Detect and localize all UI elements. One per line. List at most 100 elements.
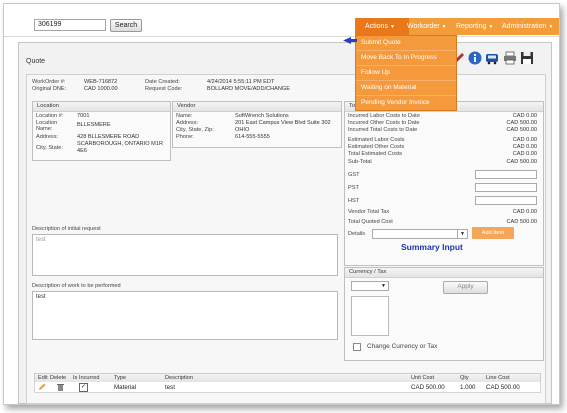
- details-label: Details: [348, 231, 366, 237]
- menu-reporting[interactable]: Reporting ▼: [456, 18, 502, 35]
- row-type: Material: [114, 384, 137, 391]
- location-address-value: 428 BLLESMERE ROAD: [77, 134, 140, 140]
- menu-item-move-back[interactable]: Move Back To In Progress: [356, 51, 456, 66]
- location-name-label-2: Name:: [36, 126, 53, 132]
- total-quoted-label: Total Quoted Cost: [348, 219, 393, 225]
- col-edit: Edit: [38, 375, 48, 381]
- gst-input[interactable]: [475, 170, 537, 179]
- row-qty: 1.000: [460, 384, 476, 391]
- totals-row-label: Incurred Labor Costs to Date: [348, 113, 420, 119]
- menu-item-pending-invoice[interactable]: Pending Vendor Invoice: [356, 96, 456, 110]
- info-icon[interactable]: [468, 51, 482, 65]
- chevron-down-icon: ▼: [381, 283, 386, 289]
- menu-administration-label: Administration: [502, 23, 547, 30]
- menu-workorder-label: Workorder: [407, 23, 440, 30]
- col-type: Type: [114, 375, 127, 381]
- initial-request-textarea[interactable]: test: [32, 234, 338, 276]
- work-performed-textarea[interactable]: test: [32, 291, 338, 340]
- search-button[interactable]: Search: [110, 19, 142, 32]
- menu-reporting-label: Reporting: [456, 23, 487, 30]
- edit-icon[interactable]: [38, 383, 46, 391]
- is-incurred-checkbox[interactable]: ✓: [79, 383, 88, 392]
- row-description: test: [165, 384, 175, 391]
- truck-icon[interactable]: [485, 51, 499, 65]
- vendor-name-value: SoftWrench Solutions: [235, 113, 289, 119]
- totals-row-value: CAD 0.00: [512, 144, 537, 150]
- menu-administration[interactable]: Administration ▼: [502, 18, 558, 35]
- totals-row-label: Total Estimated Costs: [348, 151, 403, 157]
- location-city-value-2: 4E6: [77, 148, 87, 154]
- app-window: 306199 Search Actions ▼ Workorder ▼ Report…: [3, 3, 560, 405]
- hst-input[interactable]: [475, 196, 537, 205]
- gst-label: GST: [348, 172, 360, 178]
- currency-select[interactable]: ▼: [351, 281, 389, 291]
- actions-dropdown: Submit Quote Move Back To In Progress Fo…: [355, 35, 457, 111]
- vendor-tax-value: CAD 0.00: [512, 209, 537, 215]
- add-item-button[interactable]: Add Item: [472, 227, 514, 239]
- pointer-arrow-icon: [343, 37, 357, 44]
- col-unit-cost: Unit Cost: [411, 375, 435, 381]
- location-box: Location Location #: 7001 Location Name:…: [32, 101, 171, 161]
- vendor-city-value: OHIO: [235, 127, 250, 133]
- col-description: Description: [165, 375, 193, 381]
- location-number-label: Location #:: [36, 113, 64, 119]
- request-code-value: BOLLARD MOVE/ADD/CHANGE: [207, 86, 290, 92]
- totals-row-value: CAD 0.00: [512, 113, 537, 119]
- original-nte-label: Original DNE:: [32, 86, 67, 92]
- totals-row-label: Incurred Other Costs to Date: [348, 120, 420, 126]
- search-input[interactable]: 306199: [34, 19, 106, 31]
- hst-label: HST: [348, 198, 360, 204]
- vendor-name-label: Name:: [176, 113, 193, 119]
- vendor-title: Vendor: [173, 102, 341, 112]
- currency-tax-title: Currency / Tax: [345, 268, 543, 278]
- col-line-cost: Line Cost: [486, 375, 510, 381]
- vendor-tax-label: Vendor Total Tax: [348, 209, 390, 215]
- menu-item-waiting-material[interactable]: Waiting on Material: [356, 81, 456, 96]
- menu-item-follow-up[interactable]: Follow Up: [356, 66, 456, 81]
- main-menu: Actions ▼ Workorder ▼ Reporting ▼ Administr…: [355, 18, 559, 35]
- totals-box: Totals Incurred Labor Costs to Date CAD …: [344, 101, 544, 266]
- initial-request-label: Description of initial request: [32, 226, 101, 232]
- trash-icon[interactable]: [57, 383, 64, 391]
- location-city-label: City, State:: [36, 145, 63, 151]
- totals-row-value: CAD 500.00: [506, 120, 537, 126]
- vendor-address-value: 201 East Campus View Blvd Suite 302: [235, 120, 331, 126]
- tax-list[interactable]: [351, 296, 389, 336]
- row-line-cost: CAD 500.00: [486, 384, 520, 391]
- workorder-value: WEB-716872: [84, 79, 118, 85]
- totals-row-label: Estimated Other Costs: [348, 144, 405, 150]
- chevron-down-icon: ▼: [457, 230, 467, 238]
- table-row: ✓ Material test CAD 500.00 1.000 CAD 500…: [34, 382, 541, 393]
- change-currency-label: Change Currency or Tax: [367, 343, 438, 350]
- save-icon[interactable]: [520, 51, 534, 65]
- location-number-value: 7001: [77, 113, 90, 119]
- vendor-phone-value: 614-555-5555: [235, 134, 270, 140]
- apply-button[interactable]: Apply: [443, 281, 488, 294]
- totals-row-value: CAD 500.00: [506, 159, 537, 165]
- menu-actions[interactable]: Actions ▼: [355, 18, 409, 35]
- totals-row-value: CAD 500.00: [506, 127, 537, 133]
- vendor-phone-label: Phone:: [176, 134, 194, 140]
- workorder-label: WorkOrder #:: [32, 79, 66, 85]
- chevron-down-icon: ▼: [488, 24, 494, 30]
- col-delete: Delete: [50, 375, 67, 381]
- pst-input[interactable]: [475, 183, 537, 192]
- work-performed-label: Description of work to be performed: [32, 283, 121, 289]
- date-created-value: 4/24/2014 5:55:11 PM EDT: [207, 79, 275, 85]
- menu-item-submit-quote[interactable]: Submit Quote: [356, 36, 456, 51]
- chevron-down-icon: ▼: [441, 24, 447, 30]
- panel-title: Quote: [26, 58, 46, 65]
- total-quoted-value: CAD 500.00: [506, 219, 537, 225]
- printer-icon[interactable]: [503, 51, 517, 65]
- totals-row-label: Estimated Labor Costs: [348, 137, 405, 143]
- details-select[interactable]: ▼: [372, 229, 468, 239]
- change-currency-checkbox[interactable]: [353, 343, 361, 351]
- menu-workorder[interactable]: Workorder ▼: [407, 18, 457, 35]
- original-nte-value: CAD 1000.00: [84, 86, 118, 92]
- top-bar: 306199 Search Actions ▼ Workorder ▼ Report…: [4, 4, 559, 37]
- quote-sheet: WorkOrder #: WEB-716872 Original DNE: CA…: [26, 74, 546, 404]
- menu-actions-label: Actions: [365, 23, 388, 30]
- vendor-city-label: City, State, Zip:: [176, 127, 214, 133]
- totals-row-value: CAD 0.00: [512, 137, 537, 143]
- pst-label: PST: [348, 185, 359, 191]
